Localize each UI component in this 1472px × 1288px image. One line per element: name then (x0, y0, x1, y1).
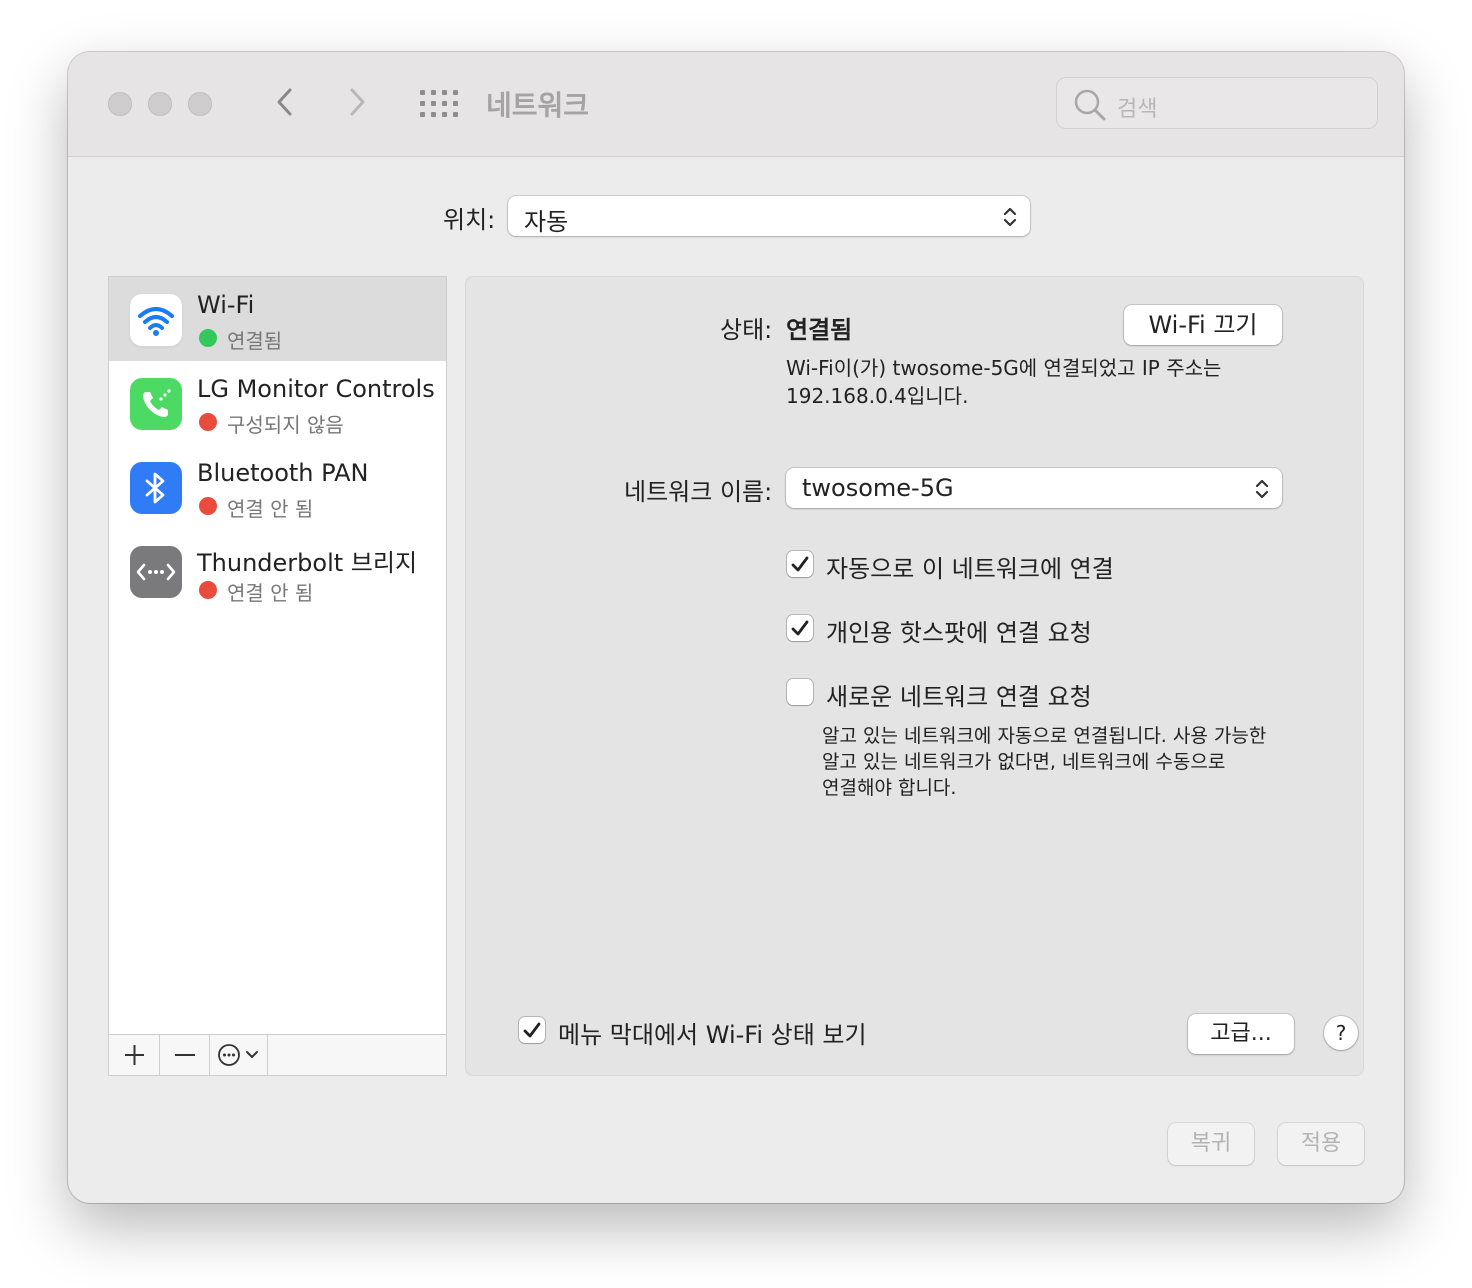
network-name-value: twosome-5G (802, 474, 954, 502)
search-icon (1074, 89, 1106, 121)
ask-hotspot-label: 개인용 핫스팟에 연결 요청 (826, 619, 1092, 647)
search-field[interactable]: 검색 (1056, 77, 1378, 129)
service-item-wifi[interactable]: Wi-Fi 연결됨 (109, 277, 446, 361)
checkmark-icon (791, 556, 809, 572)
location-select[interactable]: 자동 (508, 196, 1030, 236)
service-status: 구성되지 않음 (227, 413, 344, 437)
ask-new-networks-label: 새로운 네트워크 연결 요청 (826, 683, 1092, 711)
status-description-line2: 192.168.0.4입니다. (786, 384, 969, 408)
service-status: 연결 안 됨 (227, 497, 314, 521)
zoom-window-button[interactable] (188, 92, 212, 116)
chevron-updown-icon (1255, 479, 1269, 499)
phone-icon (130, 378, 182, 430)
join-note-line1: 알고 있는 네트워크에 자동으로 연결됩니다. 사용 가능한 (822, 725, 1267, 747)
window-title: 네트워크 (486, 89, 590, 122)
close-window-button[interactable] (108, 92, 132, 116)
apply-button[interactable]: 적용 (1278, 1123, 1364, 1165)
auto-join-checkbox[interactable] (787, 551, 813, 577)
back-arrow-icon[interactable] (270, 82, 300, 122)
advanced-button[interactable]: 고급... (1188, 1014, 1294, 1054)
plus-icon (125, 1045, 144, 1065)
auto-join-label: 자동으로 이 네트워크에 연결 (826, 555, 1114, 583)
chevron-updown-icon (1003, 207, 1017, 227)
service-item-bluetooth-pan[interactable]: Bluetooth PAN 연결 안 됨 (109, 445, 446, 529)
service-name: Thunderbolt 브리지 (197, 549, 418, 577)
remove-service-button[interactable] (160, 1035, 210, 1075)
service-name: LG Monitor Controls (197, 375, 435, 403)
service-list: Wi-Fi 연결됨 LG Monitor Controls 구성되지 않음 Bl… (108, 276, 447, 1076)
location-value: 자동 (524, 208, 569, 236)
service-status: 연결 안 됨 (227, 581, 314, 605)
thunderbolt-bridge-icon (130, 546, 182, 598)
network-name-label: 네트워크 이름: (624, 478, 773, 506)
add-service-button[interactable] (109, 1035, 160, 1075)
status-value: 연결됨 (786, 316, 853, 344)
join-note-line2: 알고 있는 네트워크가 없다면, 네트워크에 수동으로 (822, 751, 1226, 773)
service-status: 연결됨 (227, 329, 283, 353)
status-dot (199, 413, 217, 431)
network-preferences-window: 네트워크 검색 위치: 자동 Wi-Fi 연결됨 LG Monitor Cont… (68, 52, 1404, 1203)
title-bar: 네트워크 검색 (68, 52, 1404, 157)
wifi-icon (130, 294, 182, 346)
ask-hotspot-checkbox[interactable] (787, 615, 813, 641)
ellipsis-circle-icon (218, 1044, 258, 1066)
revert-button[interactable]: 복귀 (1168, 1123, 1254, 1165)
join-note-line3: 연결해야 합니다. (822, 777, 957, 799)
service-item-lg-monitor-controls[interactable]: LG Monitor Controls 구성되지 않음 (109, 361, 446, 445)
checkmark-icon (791, 620, 809, 636)
status-dot (199, 497, 217, 515)
forward-arrow-icon[interactable] (342, 82, 372, 122)
minimize-window-button[interactable] (148, 92, 172, 116)
status-dot (199, 581, 217, 599)
checkmark-icon (523, 1022, 541, 1038)
bluetooth-icon (130, 462, 182, 514)
show-wifi-in-menubar-label: 메뉴 막대에서 Wi-Fi 상태 보기 (558, 1021, 867, 1049)
network-name-select[interactable]: twosome-5G (786, 468, 1282, 508)
wifi-off-button[interactable]: Wi-Fi 끄기 (1124, 305, 1282, 345)
ask-new-networks-checkbox[interactable] (787, 679, 813, 705)
action-menu-button[interactable] (210, 1035, 268, 1075)
help-button[interactable]: ? (1324, 1016, 1358, 1050)
service-name: Wi-Fi (197, 291, 255, 319)
service-name: Bluetooth PAN (197, 459, 369, 487)
show-wifi-in-menubar-checkbox[interactable] (519, 1017, 545, 1043)
show-all-grid-icon[interactable] (420, 90, 458, 118)
status-label: 상태: (720, 316, 773, 344)
location-label: 위치: (443, 206, 496, 234)
service-list-toolbar (109, 1034, 446, 1075)
service-item-thunderbolt-bridge[interactable]: Thunderbolt 브리지 연결 안 됨 (109, 529, 446, 613)
status-description-line1: Wi-Fi이(가) twosome-5G에 연결되었고 IP 주소는 (786, 356, 1222, 380)
status-dot (199, 329, 217, 347)
minus-icon (175, 1054, 195, 1056)
search-placeholder: 검색 (1117, 97, 1158, 122)
